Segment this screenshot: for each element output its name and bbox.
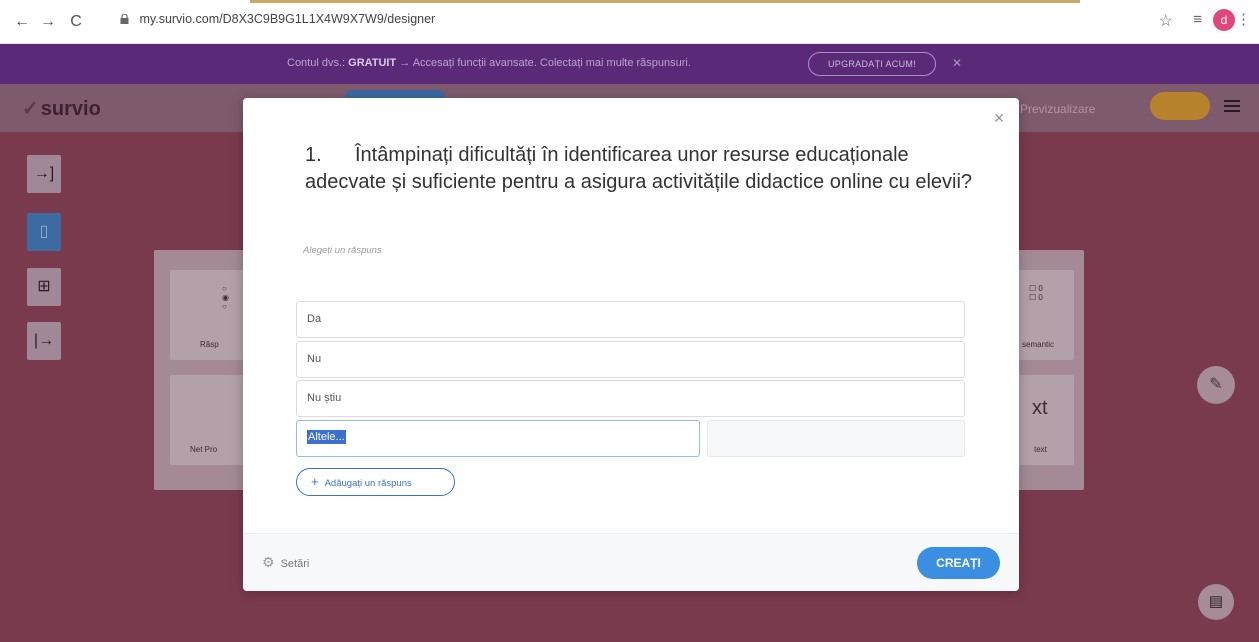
upgrade-button[interactable]: UPGRADAȚI ACUM! bbox=[808, 52, 936, 76]
create-button[interactable]: CREAȚI bbox=[917, 547, 1000, 579]
back-icon[interactable]: ← bbox=[12, 12, 32, 32]
loading-bar bbox=[250, 0, 1080, 3]
selected-text: Altele... bbox=[307, 430, 346, 444]
forward-icon[interactable]: → bbox=[38, 12, 58, 32]
gear-icon: ⚙ bbox=[262, 554, 275, 570]
add-answer-button[interactable]: + Adăugați un răspuns bbox=[296, 468, 455, 496]
answer-hint: Alegeți un răspuns bbox=[303, 245, 382, 256]
preview-link[interactable]: Previzualizare bbox=[1020, 102, 1095, 116]
question-editor-modal: ✕ 1. Întâmpinați dificultăți în identific… bbox=[243, 98, 1019, 591]
questions-page-tool-icon[interactable]: ▯ bbox=[27, 213, 61, 251]
answer-option-field[interactable]: Nu știu bbox=[296, 380, 965, 417]
plus-icon: + bbox=[311, 474, 319, 489]
other-answer-field[interactable]: Altele... bbox=[296, 420, 700, 457]
other-answer-input[interactable] bbox=[707, 420, 965, 457]
intro-page-tool-icon[interactable]: →] bbox=[27, 155, 61, 193]
profile-avatar[interactable]: d bbox=[1213, 9, 1235, 31]
logo-mark-icon: ✓ bbox=[22, 98, 39, 120]
question-type-card: Net Pro bbox=[170, 375, 245, 465]
url-text: my.survio.com/D8X3C9B9G1L1X4W9X7W9/desig… bbox=[139, 12, 436, 26]
add-page-tool-icon[interactable]: ⊞ bbox=[27, 268, 61, 306]
end-page-tool-icon[interactable]: |→ bbox=[27, 322, 61, 360]
hamburger-menu-icon[interactable] bbox=[1224, 100, 1240, 112]
answer-option-field[interactable]: Nu bbox=[296, 341, 965, 378]
question-type-card: ○ ◉ ○ Răsp bbox=[170, 270, 245, 360]
browser-toolbar: ← → C my.survio.com/D8X3C9B9G1L1X4W9X7W9… bbox=[0, 0, 1259, 44]
question-title[interactable]: 1. Întâmpinați dificultăți în identificar… bbox=[305, 142, 975, 196]
settings-link[interactable]: ⚙ Setări bbox=[262, 554, 309, 571]
survio-logo[interactable]: ✓ survio bbox=[22, 96, 101, 121]
answer-option-field[interactable]: Da bbox=[296, 301, 965, 338]
browser-menu-icon[interactable]: ⋮ bbox=[1236, 10, 1251, 28]
bookmark-star-icon[interactable]: ☆ bbox=[1159, 11, 1173, 31]
chat-icon[interactable]: ▤ bbox=[1198, 584, 1234, 620]
address-bar[interactable]: my.survio.com/D8X3C9B9G1L1X4W9X7W9/desig… bbox=[120, 12, 435, 26]
publish-button[interactable] bbox=[1150, 92, 1210, 120]
lock-icon bbox=[120, 14, 129, 24]
promo-banner: Contul dvs.: GRATUIT → Accesați funcții … bbox=[0, 44, 1259, 84]
promo-text: Contul dvs.: GRATUIT → Accesați funcții … bbox=[287, 57, 691, 69]
close-promo-icon[interactable]: ✕ bbox=[952, 56, 962, 70]
reload-icon[interactable]: C bbox=[66, 12, 86, 32]
reading-list-icon[interactable]: ≡ bbox=[1193, 11, 1202, 28]
modal-footer: ⚙ Setări CREAȚI bbox=[243, 533, 1019, 591]
close-icon[interactable]: ✕ bbox=[993, 110, 1005, 127]
pen-icon[interactable]: ✎ bbox=[1197, 366, 1235, 404]
